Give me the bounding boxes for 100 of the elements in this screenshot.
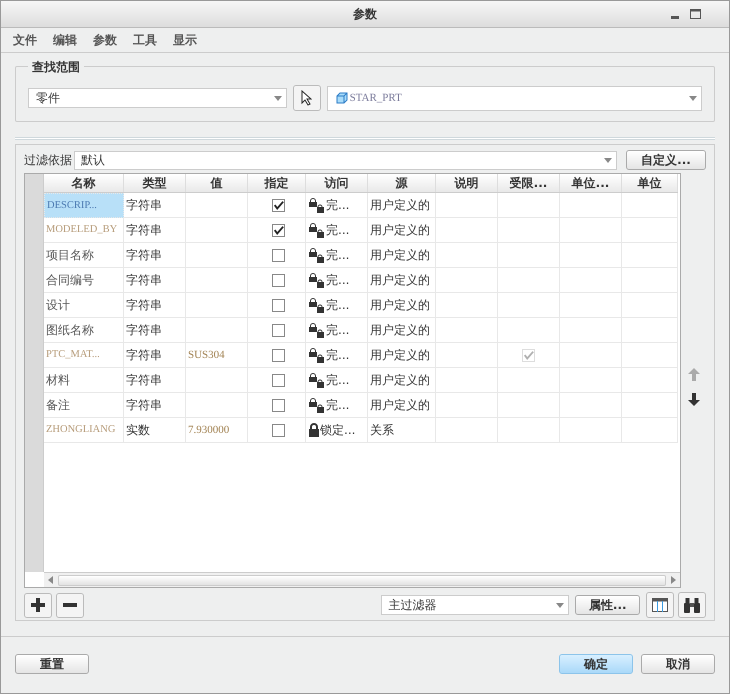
- lock-icon: [308, 423, 320, 437]
- column-header[interactable]: 类型: [124, 174, 186, 192]
- add-button[interactable]: [24, 592, 52, 618]
- table-cell: 字符串: [124, 343, 186, 368]
- scrollbar-thumb[interactable]: [58, 574, 666, 586]
- checkbox[interactable]: [272, 274, 285, 286]
- columns-button[interactable]: [646, 592, 674, 618]
- minus-icon: [62, 603, 77, 607]
- filter-dropdown[interactable]: 主过滤器: [380, 595, 570, 615]
- table-cell: 合同编号: [44, 268, 124, 293]
- lock-icon: [308, 222, 326, 238]
- dropdown-caret-icon: [556, 602, 564, 608]
- table-cell: SUS304: [186, 343, 248, 368]
- table-cell: 字符串: [124, 268, 186, 293]
- move-up-icon[interactable]: [688, 368, 700, 381]
- find-button[interactable]: [678, 592, 706, 618]
- table-cell: ZHONGLIANG: [44, 418, 124, 443]
- table-cell: 用户定义的: [368, 343, 436, 368]
- column-header[interactable]: 访问: [306, 174, 368, 192]
- horizontal-scrollbar[interactable]: [44, 572, 680, 587]
- model-dropdown[interactable]: STAR_PRT: [326, 86, 702, 110]
- table-cell-text: 完...: [326, 397, 350, 414]
- dropdown-caret-icon: [274, 96, 282, 100]
- column-header[interactable]: 单位: [622, 174, 678, 192]
- properties-button[interactable]: 属性...: [575, 595, 640, 615]
- table-cell: 用户定义的: [368, 243, 436, 268]
- column-header[interactable]: 说明: [436, 174, 498, 192]
- table-cell: MODELED_BY: [44, 218, 124, 243]
- table-cell-text: 完...: [326, 247, 350, 264]
- table-cell-text: 完...: [326, 272, 350, 289]
- reset-button[interactable]: 重置: [15, 654, 89, 674]
- table-cell: 图纸名称: [44, 318, 124, 343]
- ok-button[interactable]: 确定: [559, 654, 633, 674]
- lock-icon: [308, 247, 326, 263]
- lock-icon: [308, 372, 326, 388]
- table-cell: 字符串: [124, 318, 186, 343]
- checkbox[interactable]: [272, 348, 285, 362]
- menu-item[interactable]: 参数: [93, 31, 117, 49]
- table-cell-text: 完...: [326, 297, 350, 314]
- table-cell: 字符串: [124, 218, 186, 243]
- menu-item[interactable]: 显示: [173, 31, 197, 49]
- column-header[interactable]: 受限...: [498, 174, 560, 192]
- menu-item[interactable]: 文件: [13, 31, 37, 49]
- table-cell: PTC_MAT...: [44, 343, 124, 368]
- column-header[interactable]: 单位...: [560, 174, 622, 192]
- maximize-icon[interactable]: [690, 9, 701, 19]
- lock-icon: [308, 197, 326, 213]
- table-cell: [436, 193, 498, 218]
- checkbox[interactable]: [272, 374, 285, 386]
- column-header[interactable]: 源: [368, 174, 436, 192]
- move-down-icon[interactable]: [688, 393, 700, 406]
- cursor-icon: [301, 90, 312, 106]
- table-cell: [560, 193, 622, 218]
- table-cell: 字符串: [124, 393, 186, 418]
- cube-icon: [336, 92, 348, 104]
- lock-icon: [308, 347, 326, 363]
- table-cell: [622, 193, 678, 218]
- table-cell: 用户定义的: [368, 393, 436, 418]
- table-cell: 关系: [368, 418, 436, 443]
- table-cell-text: 完...: [326, 347, 350, 364]
- table-cell: 设计: [44, 293, 124, 318]
- table-cell: 实数: [124, 418, 186, 443]
- column-header[interactable]: 名称: [44, 174, 124, 192]
- column-header[interactable]: 指定: [248, 174, 306, 192]
- lock-icon: [308, 272, 326, 288]
- table-cell: 用户定义的: [368, 218, 436, 243]
- filter-dropdown[interactable]: 默认: [74, 150, 617, 170]
- table-cell-text: 完...: [326, 197, 350, 214]
- binoculars-icon: [683, 597, 702, 613]
- checkbox[interactable]: [272, 324, 285, 336]
- checkbox[interactable]: [272, 424, 285, 436]
- remove-button[interactable]: [56, 592, 84, 618]
- customize-button[interactable]: 自定义...: [626, 150, 706, 170]
- lock-icon: [308, 297, 326, 313]
- group-legend: 查找范围: [28, 58, 84, 76]
- table-cell: DESCRIP...: [44, 193, 124, 218]
- checkbox[interactable]: [272, 398, 285, 412]
- dropdown-caret-icon: [604, 158, 612, 162]
- table-cell: 材料: [44, 368, 124, 393]
- table-cell: 字符串: [124, 293, 186, 318]
- checkbox[interactable]: [272, 298, 285, 312]
- table-icon: [652, 598, 668, 612]
- checkbox[interactable]: [272, 198, 285, 212]
- table-cell-text: 锁定...: [320, 422, 356, 439]
- menu-item[interactable]: 编辑: [53, 31, 77, 49]
- menu-item[interactable]: 工具: [133, 31, 157, 49]
- column-header[interactable]: 值: [186, 174, 248, 192]
- table-cell-text: 完...: [326, 372, 350, 389]
- checkbox[interactable]: [272, 248, 285, 262]
- table-cell: 字符串: [124, 193, 186, 218]
- table-cell: 用户定义的: [368, 318, 436, 343]
- filter-label: 过滤依据: [24, 152, 72, 169]
- select-button[interactable]: [292, 85, 321, 111]
- cancel-button[interactable]: 取消: [641, 654, 715, 674]
- checkbox[interactable]: [272, 224, 285, 236]
- lock-icon: [308, 397, 326, 413]
- scope-dropdown[interactable]: 零件: [28, 88, 287, 108]
- table-cell: 用户定义的: [368, 193, 436, 218]
- table-cell: 字符串: [124, 243, 186, 268]
- table-cell-text: 完...: [326, 222, 350, 239]
